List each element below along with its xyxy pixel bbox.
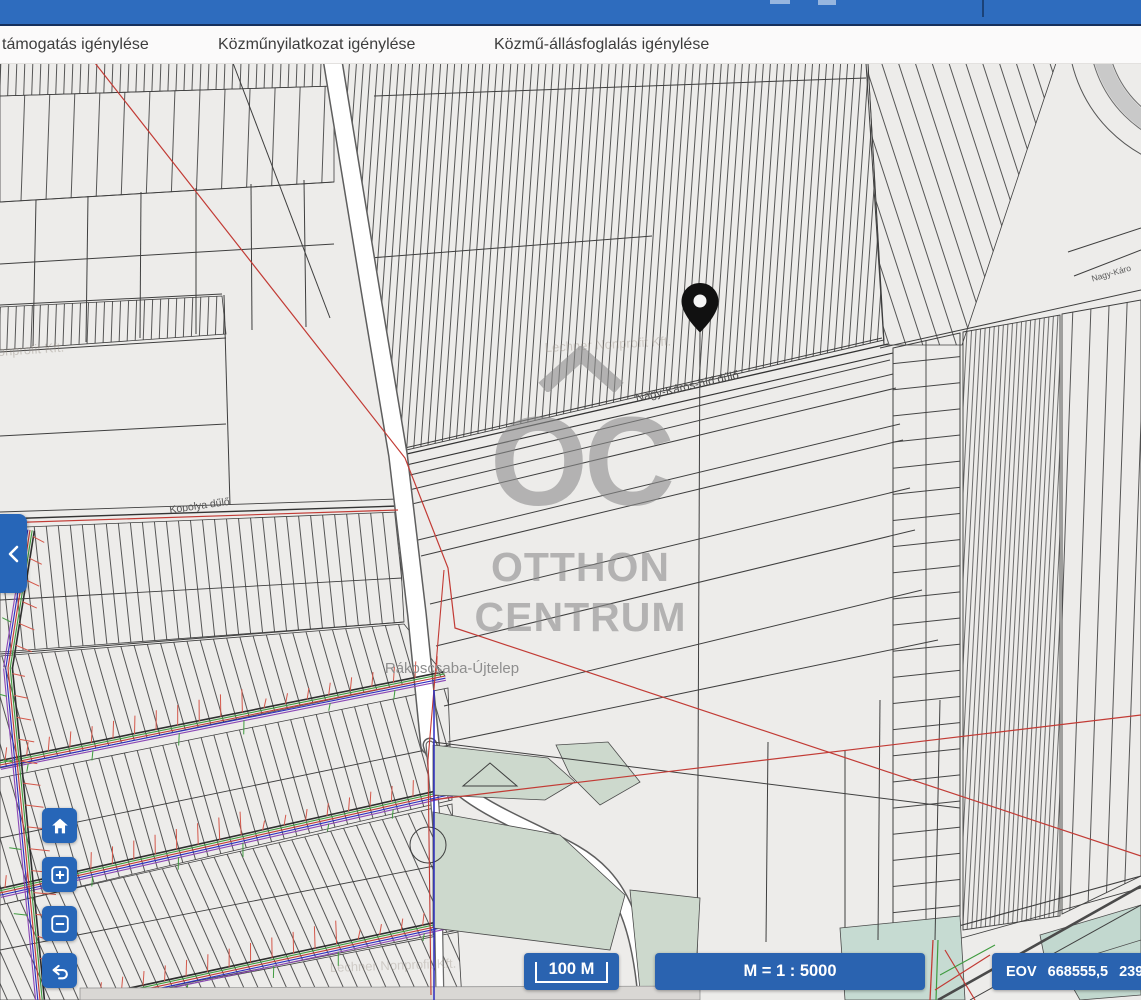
menu-item-label: Közmű-állásfoglalás igénylése [494, 36, 709, 54]
district-label: Rákoscsaba-Újtelep [385, 660, 519, 677]
zoom-in-button[interactable] [42, 857, 77, 892]
zoom-out-button[interactable] [42, 906, 77, 941]
chevron-left-icon [5, 544, 23, 564]
map-scale-ratio: M = 1 : 5000 [655, 953, 925, 990]
scale-ratio-label: M = 1 : 5000 [743, 962, 836, 981]
scale-bar-indicator: 100 M [524, 953, 619, 990]
coord-y-value: 239936,7 [1119, 964, 1141, 980]
menu-item-tamogatas[interactable]: támogatás igénylése [2, 26, 149, 63]
home-icon [49, 815, 71, 837]
menu-item-label: támogatás igénylése [2, 36, 149, 54]
clipped-bar-content [818, 0, 836, 5]
zoom-out-icon [49, 913, 71, 935]
title-bar [0, 0, 1141, 26]
sidebar-collapse-button[interactable] [0, 514, 27, 593]
menu-item-label: Közműnyilatkozat igénylése [218, 36, 415, 54]
home-button[interactable] [42, 808, 77, 843]
undo-button[interactable] [42, 953, 77, 988]
parcel-region-right [893, 300, 1141, 956]
coord-x-value: 668555,5 [1048, 964, 1108, 980]
clipped-bar-content [770, 0, 790, 4]
map-container[interactable]: Nagy-Káros-híd dűlő Kopolya dűlő Nagy-Ká… [0, 0, 1141, 1000]
app-window: Nagy-Káros-híd dűlő Kopolya dűlő Nagy-Ká… [0, 0, 1141, 1000]
menu-item-kozmunyilatkozat[interactable]: Közműnyilatkozat igénylése [218, 26, 415, 63]
undo-icon [49, 960, 71, 982]
zoom-in-icon [49, 864, 71, 886]
eov-coordinates: EOV 668555,5 239936,7 [992, 953, 1141, 990]
menu-item-allasfoglalas[interactable]: Közmű-állásfoglalás igénylése [494, 26, 709, 63]
menu-bar: támogatás igénylése Közműnyilatkozat igé… [0, 26, 1141, 64]
coord-system-label: EOV [1006, 964, 1037, 980]
bar-divider [982, 0, 984, 17]
scale-bar-label: 100 M [549, 960, 595, 983]
map-canvas[interactable]: Nagy-Káros-híd dűlő Kopolya dűlő Nagy-Ká… [0, 0, 1141, 1000]
